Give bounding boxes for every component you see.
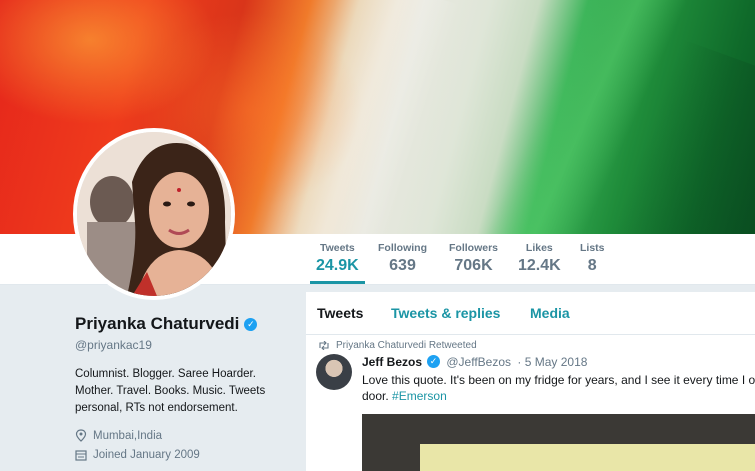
stat-value: 24.9K xyxy=(316,257,359,274)
profile-bio: Columnist. Blogger. Saree Hoarder. Mothe… xyxy=(75,368,266,414)
profile-joined: Joined January 2009 xyxy=(75,449,295,461)
stat-value: 12.4K xyxy=(518,257,561,274)
profile-name[interactable]: Priyanka Chaturvedi xyxy=(75,314,239,333)
retweet-note[interactable]: Priyanka Chaturvedi Retweeted xyxy=(336,340,477,351)
media-photo-content xyxy=(420,444,755,471)
verified-badge-icon: ✓ xyxy=(244,318,258,331)
avatar-photo xyxy=(77,132,231,296)
profile-card: Priyanka Chaturvedi ✓ @priyankac19 Column… xyxy=(75,314,295,461)
stat-likes[interactable]: Likes 12.4K xyxy=(518,242,561,275)
tweet-text-continued: door. #Emerson xyxy=(362,389,447,403)
stat-value: 8 xyxy=(587,257,597,274)
profile-avatar[interactable] xyxy=(73,128,235,300)
tweet-hashtag[interactable]: #Emerson xyxy=(392,389,447,403)
tweet-date[interactable]: · 5 May 2018 xyxy=(517,355,587,369)
stat-following[interactable]: Following 639 xyxy=(378,242,427,275)
tweet-media-image[interactable] xyxy=(362,414,755,471)
retweet-icon xyxy=(319,341,329,350)
timeline: Tweets Tweets & replies Media Priyanka C… xyxy=(306,292,755,471)
location-pin-icon xyxy=(75,429,87,442)
location-text: Mumbai,India xyxy=(93,429,163,442)
tab-tweets-replies[interactable]: Tweets & replies xyxy=(391,305,500,321)
stat-value: 639 xyxy=(389,257,416,274)
joined-text: Joined January 2009 xyxy=(93,449,200,461)
stat-label: Following xyxy=(378,242,427,254)
tweet-text-line2: door. xyxy=(362,389,389,403)
stat-label: Lists xyxy=(580,242,605,254)
stat-value: 706K xyxy=(454,257,493,274)
tweet-author-avatar[interactable] xyxy=(316,354,352,390)
banner-streak xyxy=(259,0,461,234)
tweet-author-name[interactable]: Jeff Bezos xyxy=(362,355,422,369)
stat-label: Followers xyxy=(449,242,499,254)
tweet-text: Love this quote. It's been on my fridge … xyxy=(362,373,755,387)
timeline-tabs: Tweets Tweets & replies Media xyxy=(306,292,755,335)
tab-media[interactable]: Media xyxy=(530,305,570,321)
tab-tweets[interactable]: Tweets xyxy=(317,305,363,321)
tweet-header: Jeff Bezos ✓ @JeffBezos · 5 May 2018 xyxy=(362,355,587,369)
tweet-author-handle[interactable]: @JeffBezos xyxy=(446,355,511,369)
retweet-context: Priyanka Chaturvedi Retweeted xyxy=(318,340,477,351)
profile-handle[interactable]: @priyankac19 xyxy=(75,338,295,352)
stat-lists[interactable]: Lists 8 xyxy=(580,242,605,275)
stat-label: Likes xyxy=(525,242,553,254)
stat-label: Tweets xyxy=(319,242,355,254)
stat-tweets[interactable]: Tweets 24.9K xyxy=(310,242,365,284)
stat-followers[interactable]: Followers 706K xyxy=(449,242,498,275)
verified-badge-icon: ✓ xyxy=(427,355,441,368)
calendar-icon xyxy=(75,450,87,461)
profile-location: Mumbai,India xyxy=(75,429,295,442)
